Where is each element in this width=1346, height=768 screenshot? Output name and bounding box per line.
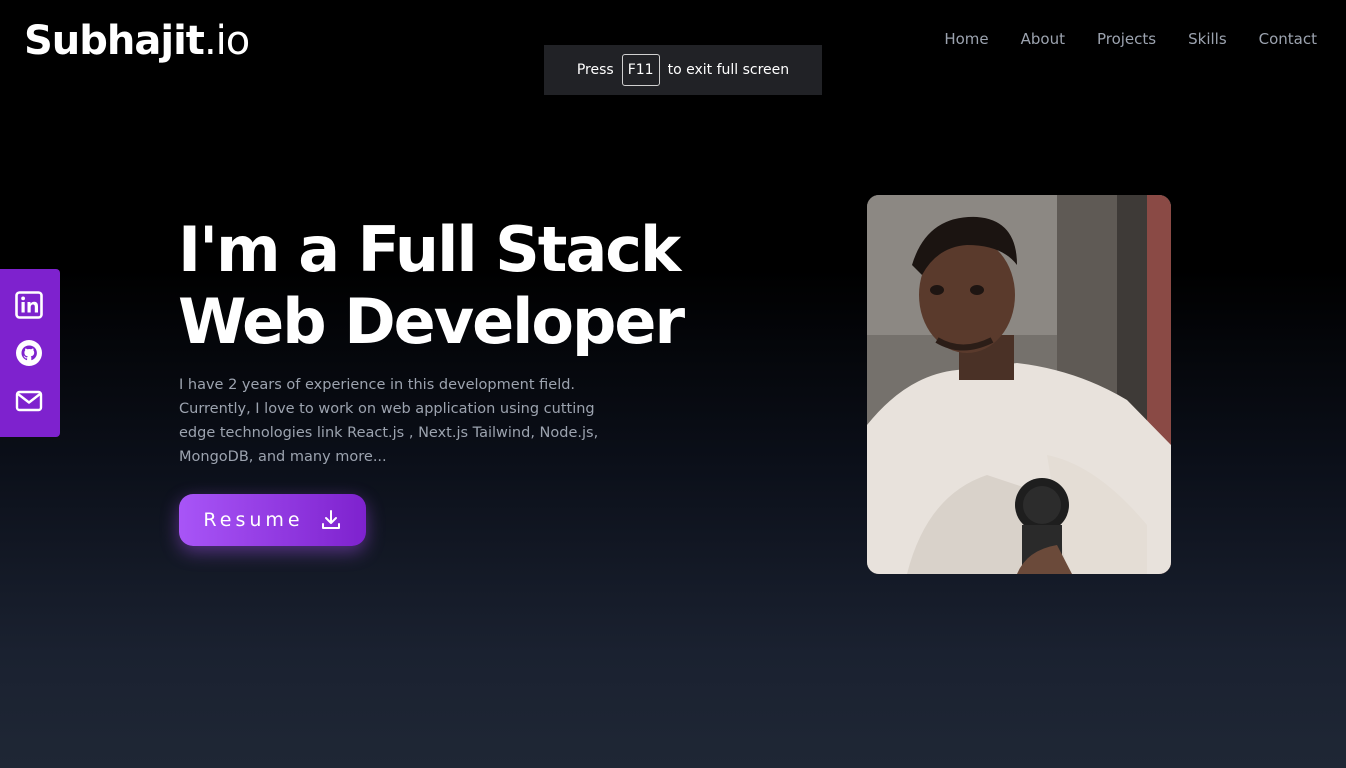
github-link[interactable] <box>15 339 43 367</box>
linkedin-link[interactable] <box>15 291 43 319</box>
nav-projects-link[interactable]: Projects <box>1097 29 1156 49</box>
mail-link[interactable] <box>15 387 43 415</box>
main-nav: Home About Projects Skills Contact <box>944 29 1317 49</box>
nav-contact-link[interactable]: Contact <box>1259 29 1317 49</box>
nav-about-link[interactable]: About <box>1021 29 1065 49</box>
download-icon <box>321 510 340 529</box>
hero-description: I have 2 years of experience in this dev… <box>179 377 599 465</box>
toast-suffix: to exit full screen <box>667 62 790 78</box>
fullscreen-toast: Press F11 to exit full screen <box>544 45 822 95</box>
social-sidebar <box>0 269 60 437</box>
resume-label: Resume <box>203 509 304 531</box>
nav-skills-link[interactable]: Skills <box>1188 29 1227 49</box>
toast-prefix: Press <box>576 62 614 78</box>
resume-button[interactable]: Resume <box>179 494 366 546</box>
logo-text-light: .io <box>203 18 250 64</box>
toast-key: F11 <box>621 54 660 86</box>
logo-text-bold: Subhajit <box>24 18 205 64</box>
github-icon <box>16 340 42 366</box>
mail-icon <box>15 390 43 412</box>
hero-title: I'm a Full Stack Web Developer <box>178 213 685 358</box>
nav-home-link[interactable]: Home <box>944 29 988 49</box>
profile-photo <box>867 195 1171 574</box>
profile-photo-illustration <box>867 195 1171 574</box>
linkedin-icon <box>15 291 43 319</box>
site-logo[interactable]: Subhajit.io <box>24 16 250 66</box>
